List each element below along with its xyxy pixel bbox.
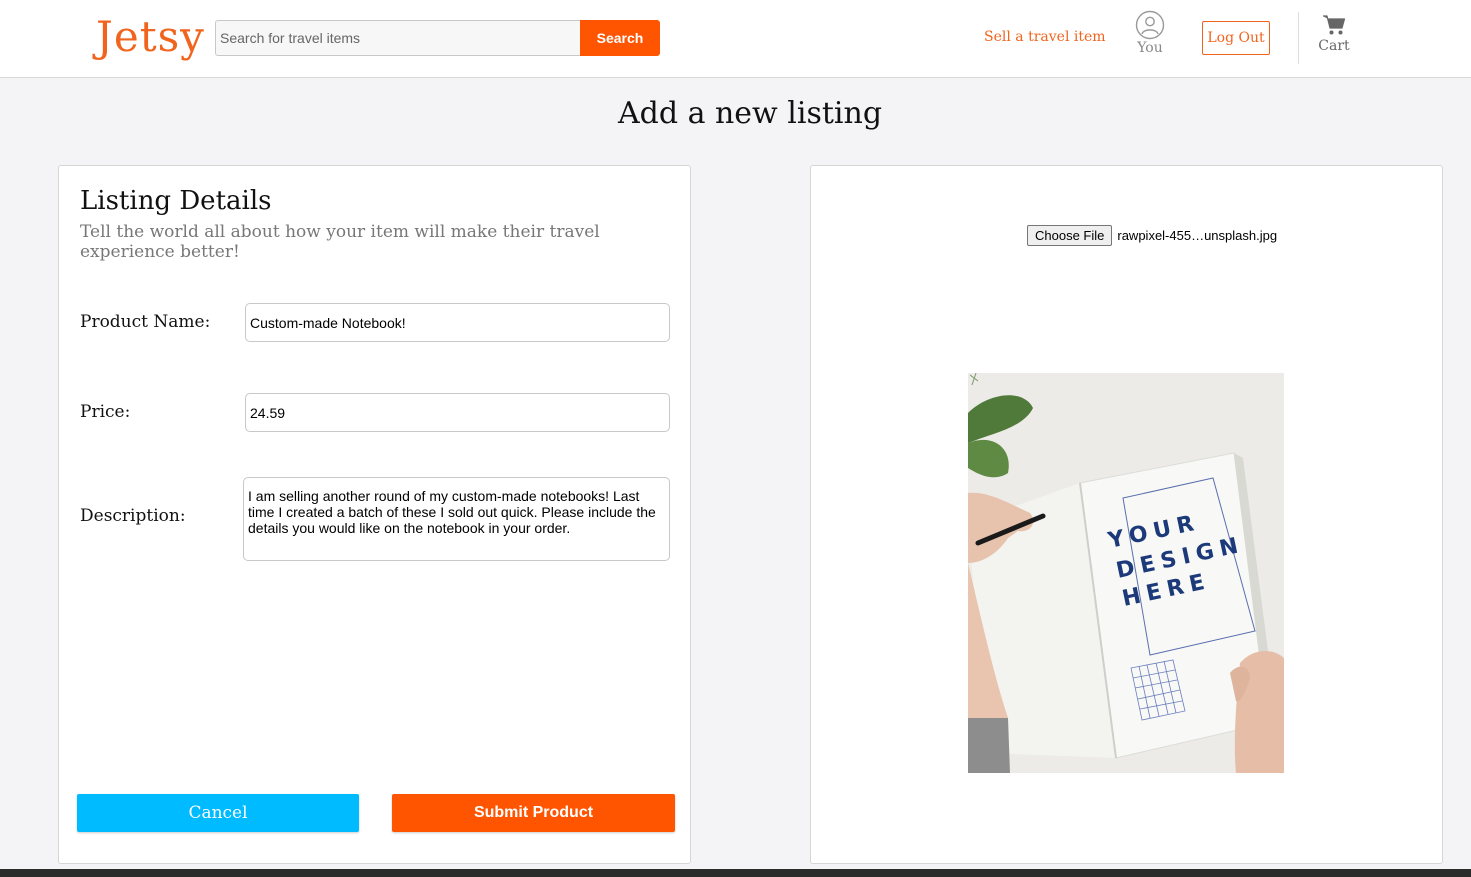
user-circle-icon <box>1135 10 1165 40</box>
you-label: You <box>1137 40 1163 56</box>
product-image-preview: YOUR DESIGN HERE <box>968 373 1284 773</box>
listing-details-panel: Listing Details Tell the world all about… <box>58 165 691 864</box>
cart-label: Cart <box>1318 38 1350 54</box>
top-navigation-bar: Jetsy Search Sell a travel item You Log … <box>0 0 1471 78</box>
jetsy-logo[interactable]: Jetsy <box>96 12 205 61</box>
description-label: Description: <box>80 506 186 526</box>
file-upload-control: Choose File rawpixel-455…unsplash.jpg <box>1027 225 1277 246</box>
listing-details-title: Listing Details <box>80 186 272 216</box>
price-label: Price: <box>80 402 131 422</box>
notebook-photo: YOUR DESIGN HERE <box>968 373 1284 773</box>
image-upload-panel: Choose File rawpixel-455…unsplash.jpg YO… <box>810 165 1443 864</box>
cancel-button[interactable]: Cancel <box>77 794 359 832</box>
cart-link[interactable]: Cart <box>1314 14 1354 54</box>
search-button[interactable]: Search <box>580 20 660 56</box>
bottom-edge-bar <box>0 869 1471 877</box>
header-divider <box>1298 12 1299 64</box>
you-profile-link[interactable]: You <box>1129 10 1171 56</box>
description-textarea[interactable]: I am selling another round of my custom-… <box>243 477 670 561</box>
submit-product-button[interactable]: Submit Product <box>392 794 675 832</box>
log-out-button[interactable]: Log Out <box>1202 21 1270 55</box>
listing-details-subtitle: Tell the world all about how your item w… <box>80 222 600 262</box>
page-title: Add a new listing <box>617 96 883 131</box>
selected-file-name: rawpixel-455…unsplash.jpg <box>1117 228 1278 243</box>
sell-travel-item-link[interactable]: Sell a travel item <box>984 29 1106 45</box>
choose-file-button[interactable]: Choose File <box>1027 225 1113 246</box>
search-input[interactable] <box>215 20 581 56</box>
cart-icon <box>1323 15 1346 35</box>
product-name-input[interactable] <box>245 303 670 342</box>
product-name-label: Product Name: <box>80 312 211 332</box>
price-input[interactable] <box>245 393 670 432</box>
